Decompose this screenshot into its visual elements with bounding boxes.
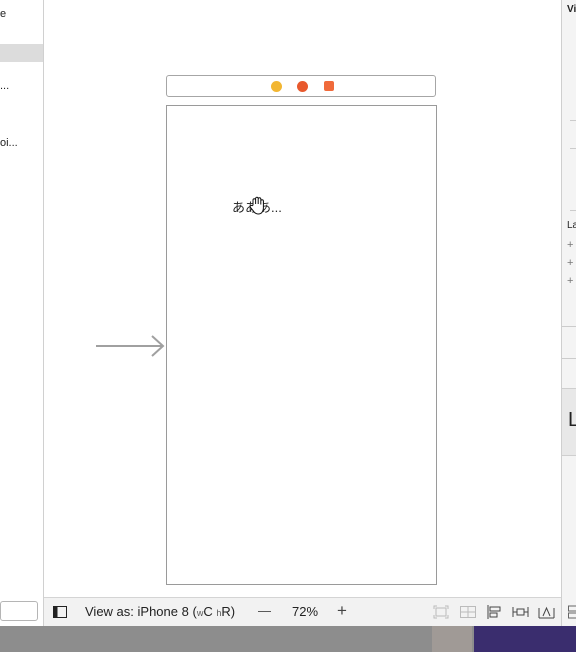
- inspector-divider: [570, 120, 576, 121]
- navigator-item[interactable]: oi...: [0, 137, 18, 149]
- view-controller-icon[interactable]: [271, 81, 282, 92]
- library-filter-icon[interactable]: [568, 605, 576, 619]
- navigator-item[interactable]: e: [0, 8, 6, 20]
- inspector-divider: [570, 148, 576, 149]
- navigator-item[interactable]: ...: [0, 80, 9, 92]
- view-controller-scene[interactable]: [166, 105, 437, 585]
- zoom-level[interactable]: 72%: [292, 604, 318, 619]
- canvas-bottom-bar: View as: iPhone 8 (wC hR) — 72% +: [44, 597, 561, 626]
- inspector-divider: [570, 210, 576, 211]
- desktop-window-patch: [474, 626, 576, 652]
- document-outline-toggle-icon[interactable]: [53, 606, 67, 618]
- view-as-label: View as: iPhone 8: [85, 604, 189, 619]
- add-variation-button[interactable]: +: [567, 239, 573, 251]
- zoom-out-button[interactable]: —: [258, 603, 271, 618]
- embed-in-stack-icon[interactable]: [460, 606, 476, 618]
- library-item-label-icon: L: [568, 409, 576, 431]
- hand-cursor-icon: [249, 196, 264, 215]
- add-variation-button[interactable]: +: [567, 257, 573, 269]
- zoom-in-button[interactable]: +: [337, 601, 347, 621]
- inspector-panel: Vi La + + + L: [561, 0, 576, 626]
- navigator-filter-field[interactable]: [0, 601, 38, 621]
- navigator-selected-row[interactable]: [0, 44, 43, 62]
- inspector-section-title: La: [567, 220, 576, 231]
- desktop-background: [0, 626, 576, 652]
- update-frames-icon[interactable]: [433, 605, 449, 619]
- align-icon[interactable]: [487, 605, 502, 619]
- add-variation-button[interactable]: +: [567, 275, 573, 287]
- resolve-auto-layout-issues-icon[interactable]: [538, 605, 555, 619]
- navigator-panel: e ... oi...: [0, 0, 44, 626]
- inspector-divider: [562, 358, 576, 359]
- entry-point-arrow-icon[interactable]: [96, 333, 168, 359]
- first-responder-icon[interactable]: [297, 81, 308, 92]
- exit-icon[interactable]: [324, 81, 334, 91]
- inspector-header: Vi: [567, 4, 576, 15]
- inspector-divider: [562, 326, 576, 327]
- add-constraints-icon[interactable]: [512, 605, 529, 619]
- scene-dock: [166, 75, 436, 97]
- desktop-wallpaper-patch: [432, 626, 472, 652]
- library-item[interactable]: L: [562, 388, 576, 456]
- view-as-device-button[interactable]: View as: iPhone 8 (wC hR): [85, 604, 235, 619]
